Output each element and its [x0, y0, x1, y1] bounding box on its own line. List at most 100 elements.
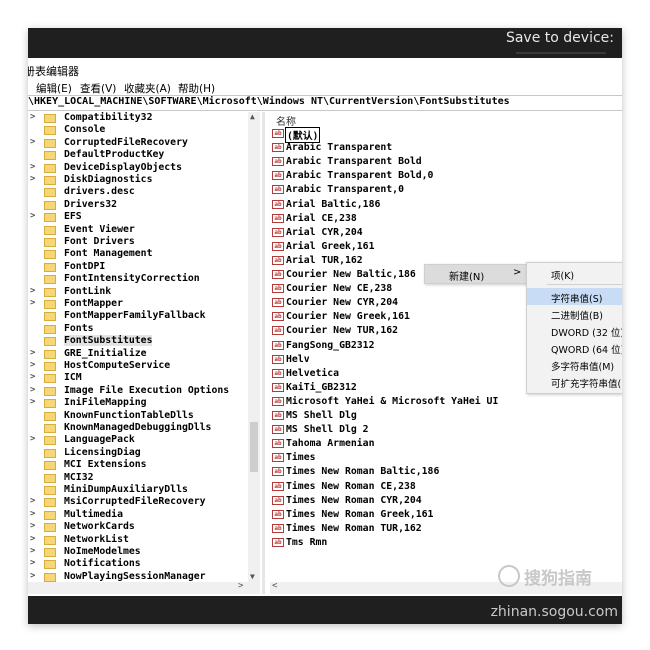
value-name: Times New Roman CE,238 — [286, 480, 416, 492]
submenu-item[interactable]: 项(K) — [527, 265, 622, 282]
folder-icon — [44, 225, 56, 235]
expand-chevron-icon[interactable]: > — [30, 546, 38, 556]
tree-item-label: KnownManagedDebuggingDlls — [64, 422, 212, 433]
menu-help[interactable]: 帮助(H) — [178, 81, 215, 96]
folder-icon — [44, 151, 56, 161]
scroll-left-icon[interactable]: < — [272, 581, 277, 591]
expand-chevron-icon[interactable]: > — [30, 385, 38, 395]
folder-icon — [44, 572, 56, 582]
string-value-icon: ab — [272, 241, 284, 251]
expand-chevron-icon[interactable]: > — [30, 298, 38, 308]
tree-item-label: NetworkList — [64, 533, 129, 545]
string-value-icon: ab — [272, 143, 284, 153]
tree-item-label: DefaultProductKey — [64, 149, 165, 161]
value-name: Arabic Transparent Bold — [286, 156, 422, 168]
address-path: \HKEY_LOCAL_MACHINE\SOFTWARE\Microsoft\W… — [28, 96, 510, 107]
folder-icon — [44, 510, 56, 520]
tree-item-label: MsiCorruptedFileRecovery — [64, 496, 206, 508]
tree-item-label: Compatibility32 — [64, 112, 153, 123]
scroll-up-icon[interactable]: ▲ — [250, 112, 255, 121]
tree-item-label: Multimedia — [64, 508, 123, 520]
tree-item-label: LicensingDiag — [64, 446, 141, 458]
folder-icon — [44, 176, 56, 185]
expand-chevron-icon[interactable]: > — [30, 571, 38, 581]
folder-icon — [44, 262, 56, 272]
tree-item-label: NowPlayingSessionManager — [64, 570, 206, 582]
submenu-item[interactable]: 多字符串值(M) — [527, 356, 622, 373]
value-name: Arial Baltic,186 — [286, 198, 381, 210]
expand-chevron-icon[interactable]: > — [30, 372, 38, 382]
folder-icon — [44, 163, 56, 173]
tree-item-label: FontMapper — [64, 298, 123, 309]
value-name: Courier New TUR,162 — [286, 325, 399, 337]
submenu-item[interactable]: 字符串值(S) — [527, 288, 622, 305]
expand-chevron-icon[interactable]: > — [30, 174, 38, 184]
expand-chevron-icon[interactable]: > — [30, 348, 38, 358]
sogou-watermark: 搜狗指南 — [498, 564, 592, 589]
folder-icon — [44, 300, 56, 309]
save-to-device-label: Save to device: — [505, 30, 614, 46]
tree-item-label: Console — [64, 124, 106, 136]
folder-icon — [44, 374, 56, 384]
folder-icon — [44, 324, 56, 334]
value-name: Microsoft YaHei & Microsoft YaHei UI — [286, 395, 499, 407]
expand-chevron-icon[interactable]: > — [30, 397, 38, 407]
submenu-item[interactable]: 二进制值(B) — [527, 305, 622, 322]
expand-chevron-icon[interactable]: > — [30, 211, 38, 221]
string-value-icon: ab — [272, 537, 284, 547]
expand-chevron-icon[interactable]: > — [30, 558, 38, 568]
menu-favorites[interactable]: 收藏夹(A) — [124, 81, 171, 96]
window-title-bar: 册表编辑器 — [28, 58, 622, 80]
new-submenu: 项(K) 字符串值(S) 二进制值(B) DWORD (32 位)值(D) QWORD … — [526, 262, 622, 394]
folder-icon — [44, 535, 56, 545]
value-name: Arial CE,238 — [286, 212, 357, 224]
submenu-arrow-icon: > — [513, 267, 522, 278]
submenu-item[interactable]: DWORD (32 位)值(D) — [527, 322, 622, 339]
tree-item-label: IniFileMapping — [64, 397, 147, 409]
string-value-icon: ab — [272, 382, 284, 392]
folder-icon — [44, 200, 56, 210]
menu-bar: 编辑(E) 查看(V) 收藏夹(A) 帮助(H) — [28, 80, 622, 96]
value-name: MS Shell Dlg 2 — [286, 424, 369, 436]
string-value-icon: ab — [272, 171, 284, 181]
expand-chevron-icon[interactable]: > — [30, 162, 38, 172]
string-value-icon: ab — [272, 509, 284, 519]
folder-icon — [44, 138, 56, 148]
string-value-icon: ab — [272, 227, 284, 237]
submenu-item[interactable]: QWORD (64 位)值(Q) — [527, 339, 622, 356]
tree-item-label: KnownFunctionTableDlls — [64, 409, 194, 421]
value-name: MS Shell Dlg — [286, 410, 357, 421]
scroll-down-icon[interactable]: ▼ — [250, 572, 255, 581]
name-column-header[interactable]: 名称 — [276, 113, 296, 128]
folder-icon — [44, 275, 56, 285]
address-bar[interactable]: \HKEY_LOCAL_MACHINE\SOFTWARE\Microsoft\W… — [28, 95, 622, 111]
submenu-item[interactable]: 可扩充字符串值(E) — [527, 373, 622, 390]
tree-item-label: NetworkCards — [64, 521, 135, 533]
menu-edit[interactable]: 编辑(E) — [36, 81, 72, 96]
registry-tree[interactable]: > Compatibility32 Console > CorruptedFileRec… — [28, 112, 260, 582]
folder-icon — [44, 349, 56, 359]
value-name: Helvetica — [286, 367, 340, 379]
pane-splitter[interactable] — [262, 112, 265, 594]
context-menu-new[interactable]: 新建(N) > — [425, 265, 527, 283]
expand-chevron-icon[interactable]: > — [30, 137, 38, 147]
expand-chevron-icon[interactable]: > — [30, 434, 38, 444]
scroll-right-icon[interactable]: > — [238, 581, 243, 591]
folder-icon — [44, 461, 56, 471]
tree-horizontal-scrollbar[interactable]: > — [28, 581, 260, 594]
expand-chevron-icon[interactable]: > — [30, 496, 38, 506]
scroll-thumb[interactable] — [250, 422, 258, 472]
tree-item-label: FontMapperFamilyFallback — [64, 310, 206, 322]
value-name: Courier New CYR,204 — [286, 297, 399, 309]
expand-chevron-icon[interactable]: > — [30, 360, 38, 370]
expand-chevron-icon[interactable]: > — [30, 509, 38, 519]
tree-item-label: FontDPI — [64, 260, 106, 272]
expand-chevron-icon[interactable]: > — [30, 534, 38, 544]
menu-view[interactable]: 查看(V) — [80, 81, 116, 96]
expand-chevron-icon[interactable]: > — [30, 521, 38, 531]
expand-chevron-icon[interactable]: > — [30, 286, 38, 296]
expand-chevron-icon[interactable]: > — [30, 112, 38, 122]
folder-icon — [44, 386, 56, 396]
folder-icon — [44, 560, 56, 570]
tree-vertical-scrollbar[interactable]: ▲ ▼ — [248, 112, 260, 582]
